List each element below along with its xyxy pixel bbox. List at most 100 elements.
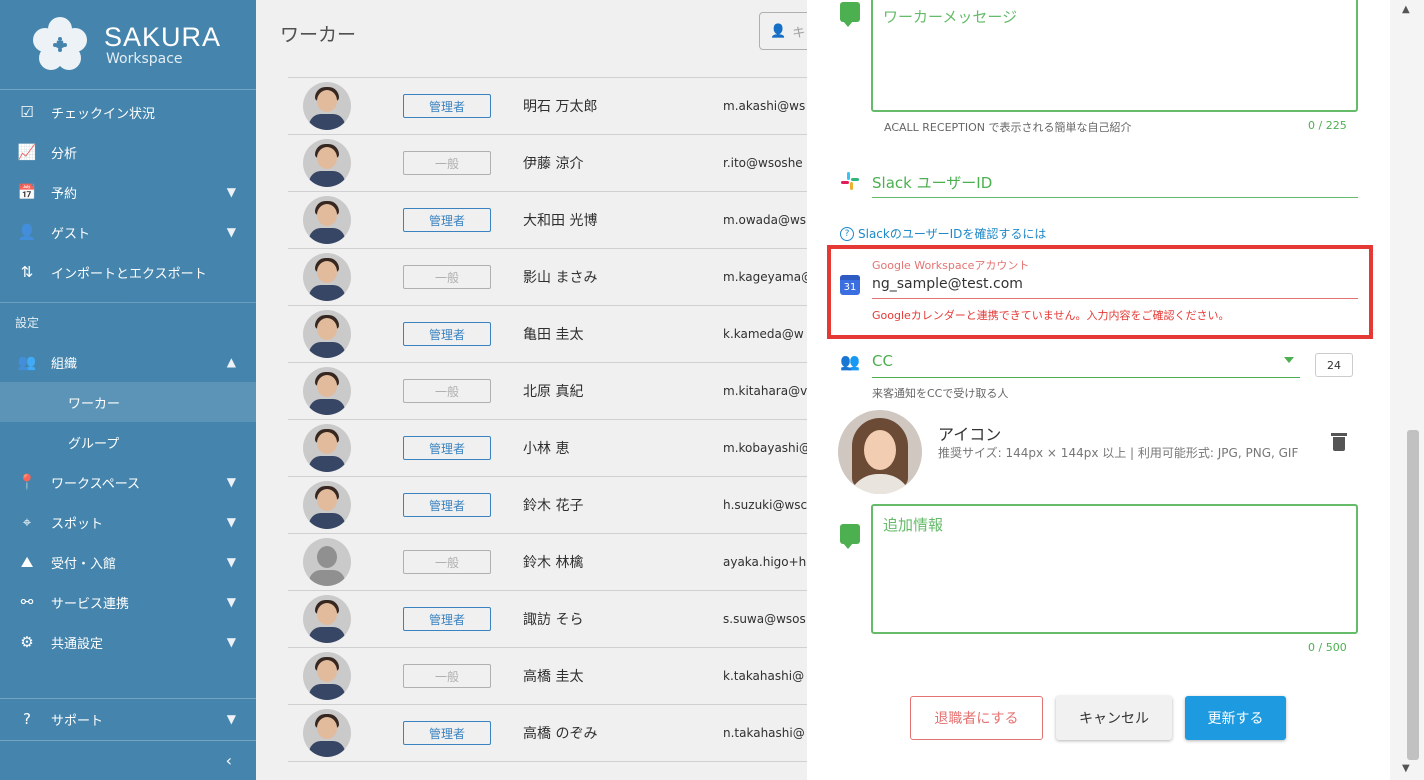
worker-email: s.suwa@wsos <box>723 612 806 626</box>
worker-name: 亀田 圭太 <box>523 327 584 343</box>
table-row[interactable]: 一般 伊藤 涼介 r.ito@wsoshe <box>288 135 807 192</box>
people-icon: 👥 <box>17 353 37 371</box>
sidebar-item-workers[interactable]: ワーカー <box>0 382 256 422</box>
sidebar-item-integrations[interactable]: ⚯ サービス連携 ▼ <box>0 582 256 622</box>
avatar <box>303 82 351 130</box>
sidebar-item-reservation[interactable]: 📅 予約 ▼ <box>0 172 256 212</box>
chevron-down-icon: ▼ <box>226 635 236 649</box>
integration-icon: ⚯ <box>20 593 34 611</box>
sidebar-item-analytics[interactable]: 📈 分析 <box>0 132 256 172</box>
panel-scrollbar[interactable]: ▲ ▼ <box>1390 0 1424 780</box>
sakura-logo-icon <box>30 15 90 75</box>
google-account-input[interactable]: ng_sample@test.com <box>872 276 1023 292</box>
table-row[interactable]: 管理者 亀田 圭太 k.kameda@w <box>288 306 807 363</box>
role-badge: 管理者 <box>403 721 491 745</box>
table-row[interactable]: 管理者 高橋 のぞみ n.takahashi@ <box>288 705 807 762</box>
gear-icon: ⚙ <box>20 633 34 651</box>
sidebar-item-spot[interactable]: ⌖ スポット ▼ <box>0 502 256 542</box>
cc-hint: 来客通知をCCで受け取る人 <box>872 387 1009 400</box>
sidebar: SAKURA Workspace ☑ チェックイン状況 📈 分析 📅 予約 ▼ … <box>0 0 256 780</box>
brand-title: SAKURA <box>104 21 222 52</box>
chevron-down-icon: ▼ <box>226 185 236 199</box>
table-row[interactable]: 管理者 大和田 光博 m.owada@ws <box>288 192 807 249</box>
table-row[interactable]: 一般 鈴木 林檎 ayaka.higo+h <box>288 534 807 591</box>
scroll-down-icon[interactable]: ▼ <box>1402 763 1410 774</box>
google-calendar-icon: 31 <box>840 275 860 295</box>
retire-button[interactable]: 退職者にする <box>910 696 1043 740</box>
message-icon <box>840 2 860 27</box>
spot-pin-icon: ⌖ <box>22 513 32 531</box>
role-badge: 一般 <box>403 550 491 574</box>
role-badge: 一般 <box>403 379 491 403</box>
worker-name: 諏訪 そら <box>523 612 584 628</box>
icon-description: 推奨サイズ: 144px × 144px 以上 | 利用可能形式: JPG, P… <box>938 446 1299 460</box>
worker-email: m.kitahara@v <box>723 384 807 398</box>
scroll-up-icon[interactable]: ▲ <box>1402 4 1410 15</box>
cancel-button[interactable]: キャンセル <box>1056 696 1172 740</box>
table-row[interactable]: 管理者 小林 恵 m.kobayashi@ <box>288 420 807 477</box>
table-row[interactable]: 一般 影山 まさみ m.kageyama@ <box>288 249 807 306</box>
avatar <box>303 196 351 244</box>
scrollbar-thumb[interactable] <box>1407 430 1419 760</box>
calendar-clock-icon: 📅 <box>17 183 37 201</box>
worker-message-textarea[interactable]: ワーカーメッセージ <box>871 0 1358 112</box>
worker-email: m.akashi@ws <box>723 99 806 113</box>
chart-icon: 📈 <box>17 143 37 161</box>
avatar <box>303 481 351 529</box>
sidebar-item-reception[interactable]: ⛰ 受付・入館 ▼ <box>0 542 256 582</box>
sidebar-item-support[interactable]: ? サポート ▼ <box>0 699 256 739</box>
table-row[interactable]: 管理者 明石 万太郎 m.akashi@ws <box>288 78 807 135</box>
sidebar-item-import-export[interactable]: ⇅ インポートとエクスポート <box>0 252 256 292</box>
worker-email: r.ito@wsoshe <box>723 156 803 170</box>
worker-email: m.kobayashi@ <box>723 441 807 455</box>
comment-icon <box>840 524 860 549</box>
location-pin-icon: 📍 <box>17 473 37 491</box>
page-title: ワーカー <box>280 24 357 46</box>
avatar <box>303 253 351 301</box>
question-icon: ? <box>840 226 854 241</box>
role-badge: 管理者 <box>403 493 491 517</box>
chevron-down-icon: ▼ <box>226 595 236 609</box>
collapse-sidebar-button[interactable]: ‹ <box>0 740 256 780</box>
worker-email: m.owada@ws <box>723 213 807 227</box>
logo: SAKURA Workspace <box>0 0 256 90</box>
brand-subtitle: Workspace <box>106 50 183 67</box>
worker-name: 高橋 圭太 <box>523 669 584 685</box>
additional-info-placeholder: 追加情報 <box>883 516 944 534</box>
chevron-down-icon: ▼ <box>226 475 236 489</box>
additional-info-textarea[interactable]: 追加情報 <box>871 504 1358 634</box>
worker-name: 明石 万太郎 <box>523 99 598 115</box>
table-row[interactable]: 一般 北原 真紀 m.kitahara@v <box>288 363 807 420</box>
icon-title: アイコン <box>938 425 1002 444</box>
sidebar-item-groups[interactable]: グループ <box>0 422 256 462</box>
avatar[interactable] <box>838 410 922 494</box>
table-row[interactable]: 管理者 鈴木 花子 h.suzuki@wsc <box>288 477 807 534</box>
caret-down-icon[interactable] <box>1284 357 1294 363</box>
google-account-label: Google Workspaceアカウント <box>872 259 1030 272</box>
slack-help-link[interactable]: ? SlackのユーザーIDを確認するには <box>840 225 1046 242</box>
help-icon: ? <box>23 710 31 728</box>
sidebar-item-common-settings[interactable]: ⚙ 共通設定 ▼ <box>0 622 256 662</box>
sidebar-item-workspace[interactable]: 📍 ワークスペース ▼ <box>0 462 256 502</box>
avatar <box>303 595 351 643</box>
worker-email: m.kageyama@ <box>723 270 807 284</box>
role-badge: 管理者 <box>403 322 491 346</box>
cc-select[interactable]: CC <box>872 352 893 370</box>
avatar <box>303 424 351 472</box>
search-input[interactable]: 👤 キ <box>759 12 807 50</box>
table-row[interactable]: 管理者 諏訪 そら s.suwa@wsos <box>288 591 807 648</box>
role-badge: 管理者 <box>403 607 491 631</box>
chevron-down-icon: ▼ <box>226 515 236 529</box>
sidebar-item-organization[interactable]: 👥 組織 ▲ <box>0 342 256 382</box>
table-row[interactable]: 一般 高橋 圭太 k.takahashi@ <box>288 648 807 705</box>
slack-icon <box>840 171 860 191</box>
worker-name: 鈴木 花子 <box>523 498 584 514</box>
sidebar-item-guest[interactable]: 👤 ゲスト ▼ <box>0 212 256 252</box>
update-button[interactable]: 更新する <box>1185 696 1286 740</box>
role-badge: 一般 <box>403 664 491 688</box>
trash-icon[interactable] <box>1330 432 1348 452</box>
checkbox-icon: ☑ <box>20 103 34 121</box>
sidebar-item-checkin[interactable]: ☑ チェックイン状況 <box>0 92 256 132</box>
guest-icon: 👤 <box>17 223 37 241</box>
slack-user-id-input[interactable] <box>872 197 1358 198</box>
